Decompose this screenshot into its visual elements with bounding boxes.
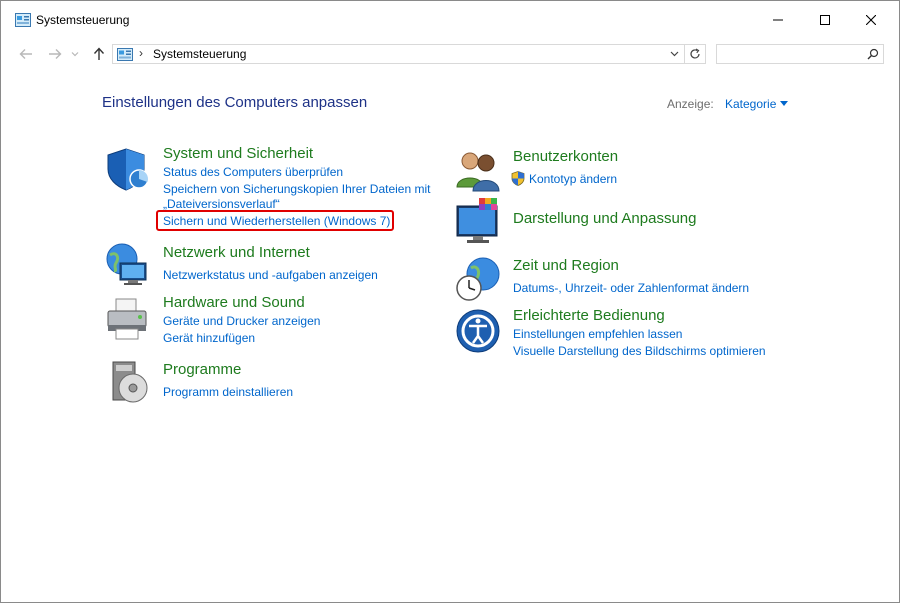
category-hardware-sound[interactable]: Hardware und Sound <box>163 294 305 311</box>
link-file-history-backup[interactable]: Speichern von Sicherungskopien Ihrer Dat… <box>163 182 430 196</box>
refresh-icon <box>690 48 700 59</box>
category-programs[interactable]: Programme <box>163 361 241 378</box>
user-accounts-icon[interactable] <box>455 147 503 195</box>
category-ease-of-access[interactable]: Erleichterte Bedienung <box>513 307 665 324</box>
control-panel-icon <box>117 48 133 61</box>
network-globe-icon[interactable] <box>104 241 152 289</box>
breadcrumb-separator[interactable]: › <box>139 46 143 60</box>
link-date-time-format[interactable]: Datums-, Uhrzeit- oder Zahlenformat ände… <box>513 281 749 295</box>
security-shield-icon[interactable] <box>104 145 152 193</box>
link-change-account-type[interactable]: Kontotyp ändern <box>529 172 617 186</box>
address-bar[interactable]: › Systemsteuerung <box>112 44 706 64</box>
view-by-label: Anzeige: <box>667 97 714 111</box>
category-appearance[interactable]: Darstellung und Anpassung <box>513 210 696 227</box>
forward-button[interactable] <box>44 43 66 65</box>
recent-locations-button[interactable] <box>68 43 82 65</box>
caret-down-icon[interactable] <box>780 101 788 106</box>
link-devices-printers[interactable]: Geräte und Drucker anzeigen <box>163 314 320 328</box>
title-bar[interactable]: Systemsteuerung <box>1 1 899 39</box>
link-add-device[interactable]: Gerät hinzufügen <box>163 331 255 345</box>
chevron-down-icon <box>670 51 678 57</box>
control-panel-window: Systemsteuerung › Systemsteuerung Einste… <box>0 0 900 603</box>
maximize-button[interactable] <box>802 1 848 39</box>
link-optimize-visual-display[interactable]: Visuelle Darstellung des Bildschirms opt… <box>513 344 766 358</box>
link-network-status[interactable]: Netzwerkstatus und -aufgaben anzeigen <box>163 268 378 282</box>
arrow-left-icon <box>19 49 32 59</box>
arrow-up-icon <box>93 47 105 60</box>
category-clock-region[interactable]: Zeit und Region <box>513 257 619 274</box>
view-by-dropdown[interactable]: Kategorie <box>725 97 776 111</box>
refresh-button[interactable] <box>684 45 705 63</box>
category-user-accounts[interactable]: Benutzerkonten <box>513 148 618 165</box>
maximize-icon <box>820 15 830 25</box>
close-icon <box>866 15 876 25</box>
clock-region-icon[interactable] <box>455 254 503 302</box>
link-check-computer-status[interactable]: Status des Computers überprüfen <box>163 165 343 179</box>
window-title: Systemsteuerung <box>36 13 130 27</box>
link-uninstall-program[interactable]: Programm deinstallieren <box>163 385 293 399</box>
control-panel-icon <box>15 13 31 27</box>
breadcrumb-item[interactable]: Systemsteuerung <box>153 47 246 61</box>
search-icon <box>867 48 879 60</box>
page-title: Einstellungen des Computers anpassen <box>102 94 368 111</box>
minimize-icon <box>773 19 783 21</box>
category-network-internet[interactable]: Netzwerk und Internet <box>163 244 310 261</box>
printer-icon[interactable] <box>104 295 152 343</box>
close-button[interactable] <box>848 1 894 39</box>
back-button[interactable] <box>15 43 37 65</box>
arrow-right-icon <box>49 49 62 59</box>
chevron-down-icon <box>71 52 79 57</box>
highlight-box <box>156 210 394 231</box>
category-system-security[interactable]: System und Sicherheit <box>163 145 313 162</box>
up-button[interactable] <box>88 43 110 65</box>
programs-icon[interactable] <box>107 358 155 406</box>
address-dropdown-button[interactable] <box>666 45 682 63</box>
uac-shield-icon <box>511 171 525 186</box>
link-recommended-settings[interactable]: Einstellungen empfehlen lassen <box>513 327 682 341</box>
search-input[interactable] <box>716 44 884 64</box>
appearance-monitor-icon[interactable] <box>455 198 503 246</box>
ease-of-access-icon[interactable] <box>455 307 503 355</box>
link-file-history-backup-cont[interactable]: „Dateiversionsverlauf“ <box>163 197 280 211</box>
minimize-button[interactable] <box>755 1 801 39</box>
